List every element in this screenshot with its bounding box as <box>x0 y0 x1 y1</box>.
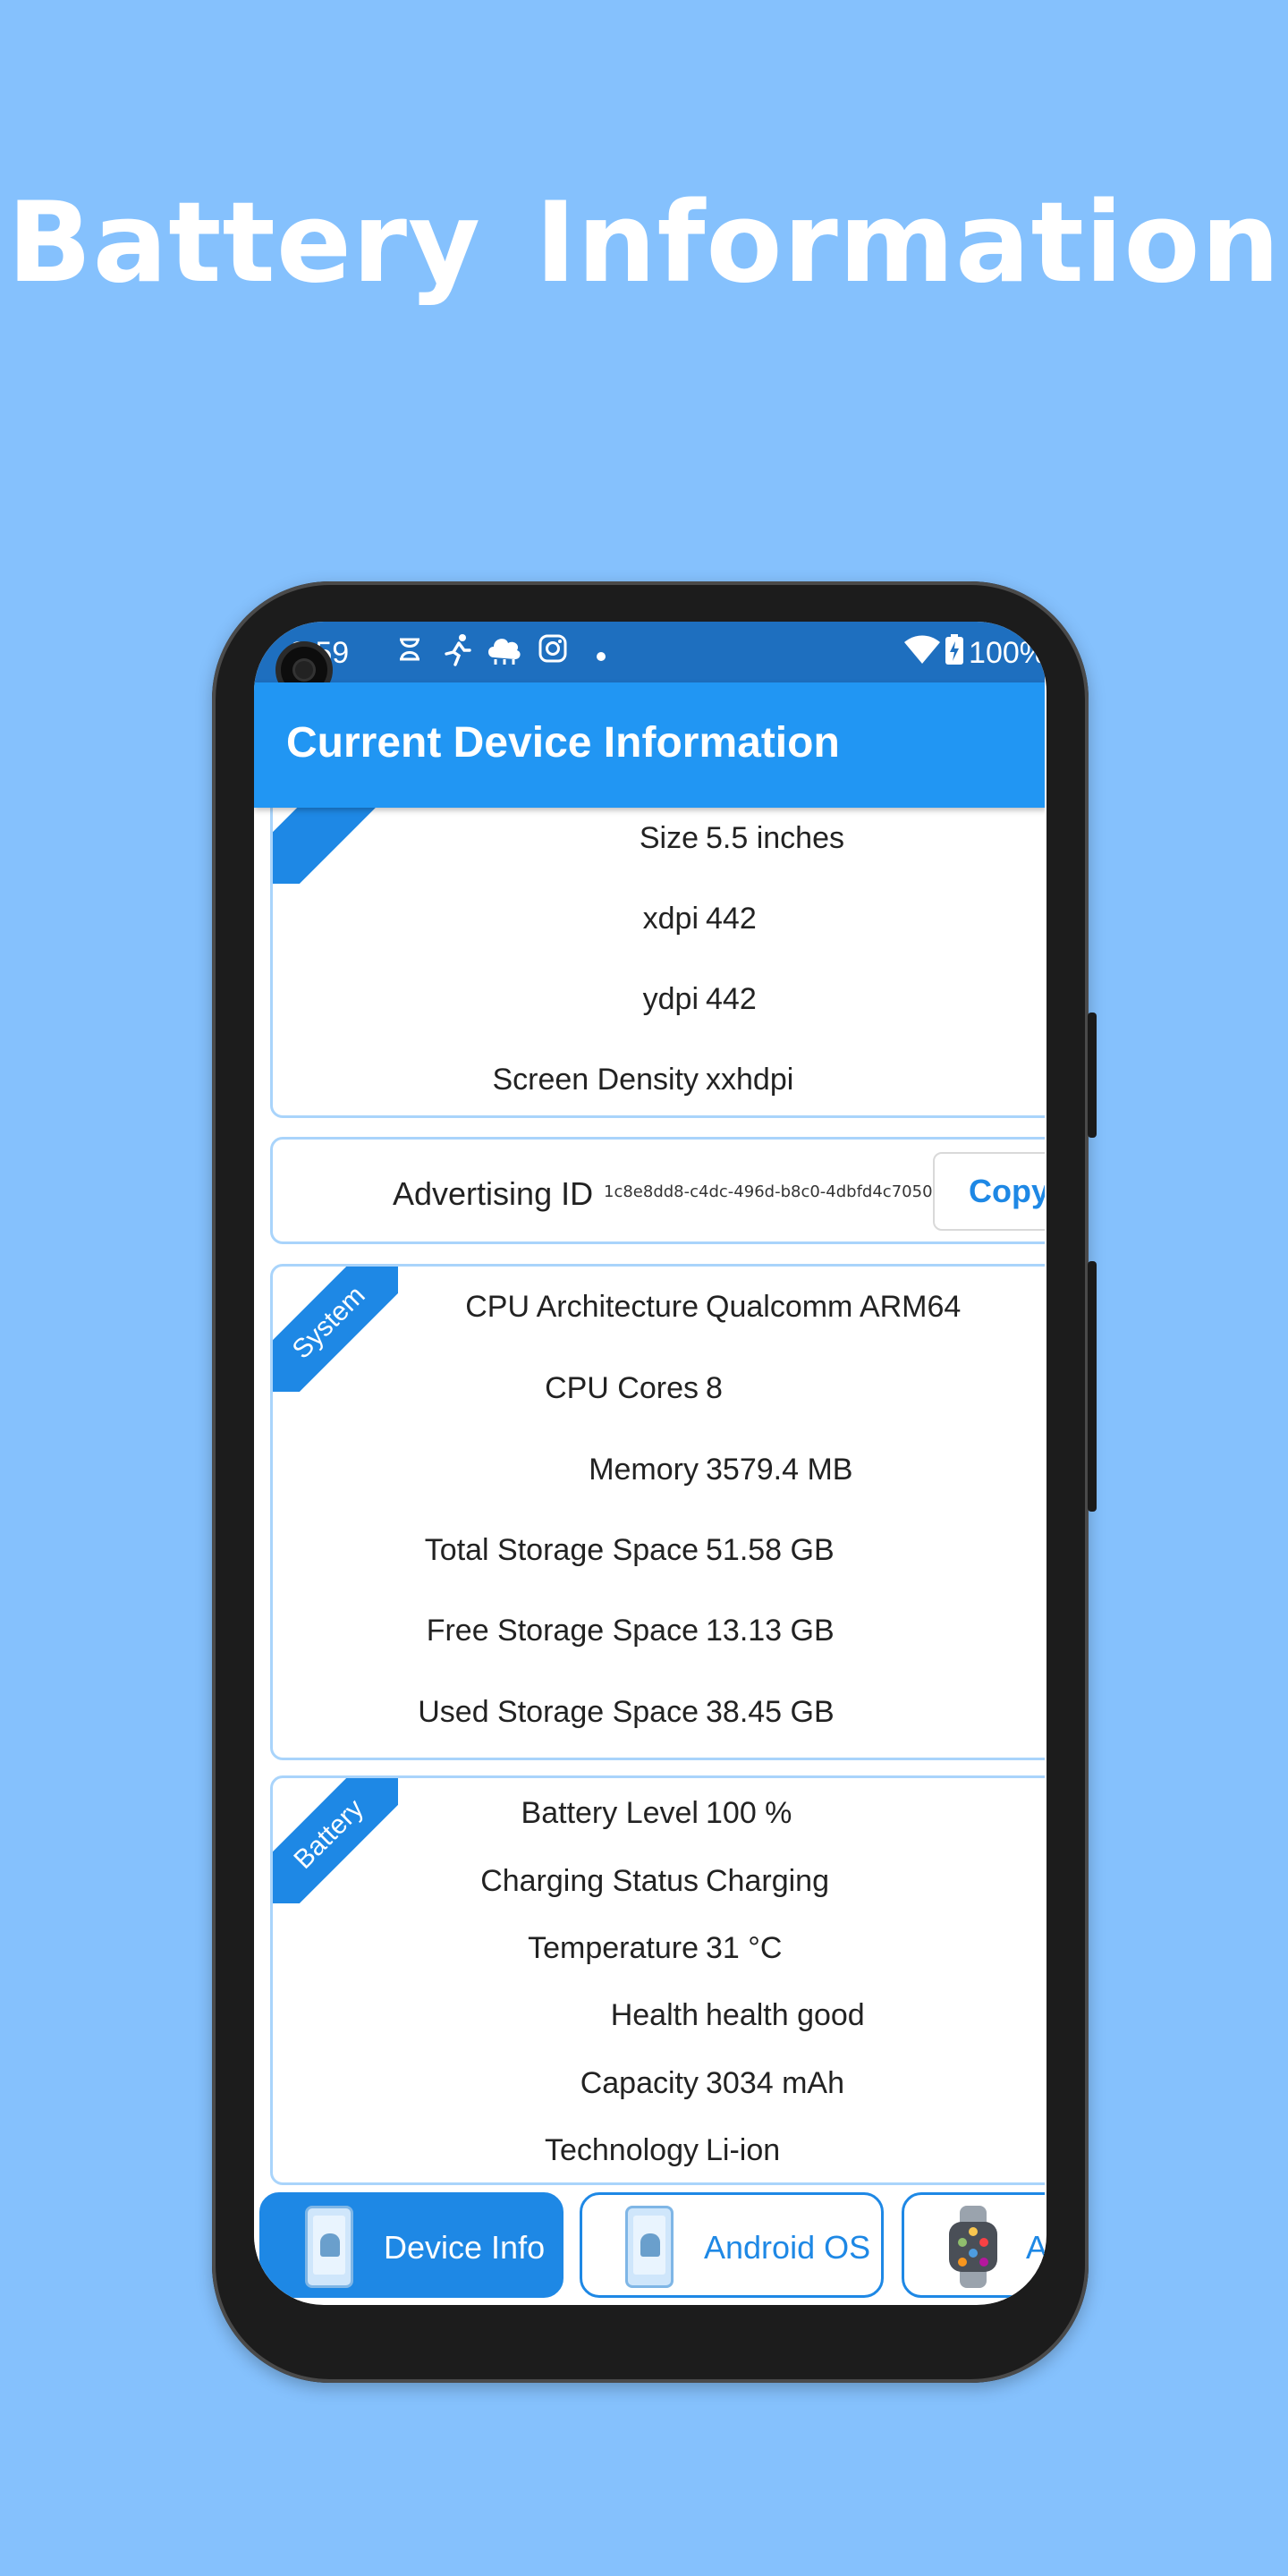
row-value: Li-ion <box>706 2133 781 2167</box>
row-value: 8 <box>706 1371 723 1405</box>
row-label: Technology <box>544 2133 699 2167</box>
advertising-id-value: 1c8e8dd8-c4dc-496d-b8c0-4dbfd4c70506 <box>604 1182 943 1201</box>
phone-screen: 8:59 100% <box>254 622 1046 2305</box>
row-value: 3034 mAh <box>706 2066 844 2100</box>
battery-ribbon: Battery <box>273 1778 398 1903</box>
volume-button <box>1088 1013 1097 1138</box>
battery-ribbon-label: Battery <box>273 1778 398 1903</box>
row-label: Battery Level <box>521 1796 699 1830</box>
battery-card: Battery Battery Level 100 % Charging Sta… <box>270 1775 1045 2185</box>
row-value: 442 <box>706 902 757 936</box>
device-phone-icon <box>305 2206 353 2288</box>
advertising-card: Advertising ID 1c8e8dd8-c4dc-496d-b8c0-4… <box>270 1137 1045 1244</box>
nav-device-info[interactable]: Device Info <box>259 2192 564 2298</box>
row-value: 38.45 GB <box>706 1695 835 1729</box>
row-label: Temperature <box>528 1931 699 1965</box>
battery-percent: 100% <box>969 636 1045 670</box>
nav-android-os[interactable]: Android OS <box>580 2192 884 2298</box>
cloud-icon <box>487 634 522 670</box>
nav-label: A <box>1026 2229 1045 2266</box>
row-label: Health <box>610 1998 699 2032</box>
row-label: Total Storage Space <box>424 1533 699 1567</box>
row-label: Screen Density <box>492 1063 699 1097</box>
row-label: Capacity <box>580 2066 699 2100</box>
row-value: xxhdpi <box>706 1063 794 1097</box>
bottom-nav: Device Info Android OS A <box>254 2192 1045 2303</box>
row-label: Size <box>639 821 699 855</box>
row-value: health good <box>706 1998 865 2032</box>
status-bar: 8:59 100% <box>254 622 1045 682</box>
app-bar: Current Device Information <box>254 682 1045 808</box>
advertising-id-label: Advertising ID <box>393 1175 594 1212</box>
system-card: System CPU Architecture Qualcomm ARM64 C… <box>270 1264 1045 1760</box>
status-right: 100% <box>904 634 1045 673</box>
row-label: Charging Status <box>480 1864 699 1898</box>
nav-wearable[interactable]: A <box>902 2192 1045 2298</box>
row-value: 5.5 inches <box>706 821 844 855</box>
headline: Battery Information <box>7 179 1281 308</box>
power-button <box>1088 1261 1097 1512</box>
row-label: ydpi <box>642 982 699 1016</box>
system-ribbon-label: System <box>273 1267 398 1392</box>
running-icon <box>440 634 476 670</box>
row-value: 13.13 GB <box>706 1614 835 1648</box>
row-label: Memory <box>589 1453 699 1487</box>
nav-label: Android OS <box>704 2229 871 2266</box>
row-value: 3579.4 MB <box>706 1453 853 1487</box>
row-label: xdpi <box>642 902 699 936</box>
row-value: 442 <box>706 982 757 1016</box>
row-value: Charging <box>706 1864 829 1898</box>
row-value: 100 % <box>706 1796 792 1830</box>
app-title: Current Device Information <box>286 719 840 767</box>
row-value: 51.58 GB <box>706 1533 835 1567</box>
row-value: 31 °C <box>706 1931 783 1965</box>
copy-button[interactable]: Copy <box>933 1152 1045 1231</box>
system-ribbon: System <box>273 1267 398 1392</box>
android-phone-icon <box>625 2206 674 2288</box>
wifi-icon <box>904 635 941 672</box>
instagram-icon <box>535 634 571 670</box>
display-card: Size 5.5 inches xdpi 442 ydpi 442 Screen… <box>270 756 1045 1118</box>
battery-charging-icon <box>945 634 964 673</box>
row-label: Free Storage Space <box>426 1614 699 1648</box>
dot-icon <box>583 634 619 670</box>
fit-icon <box>392 634 428 670</box>
screen-content: 8:59 100% <box>254 622 1045 2305</box>
row-label: Used Storage Space <box>418 1695 699 1729</box>
smartwatch-icon <box>945 2206 1001 2288</box>
row-label: CPU Cores <box>545 1371 699 1405</box>
row-value: Qualcomm ARM64 <box>706 1290 962 1324</box>
nav-label: Device Info <box>384 2229 546 2266</box>
row-label: CPU Architecture <box>465 1290 699 1324</box>
